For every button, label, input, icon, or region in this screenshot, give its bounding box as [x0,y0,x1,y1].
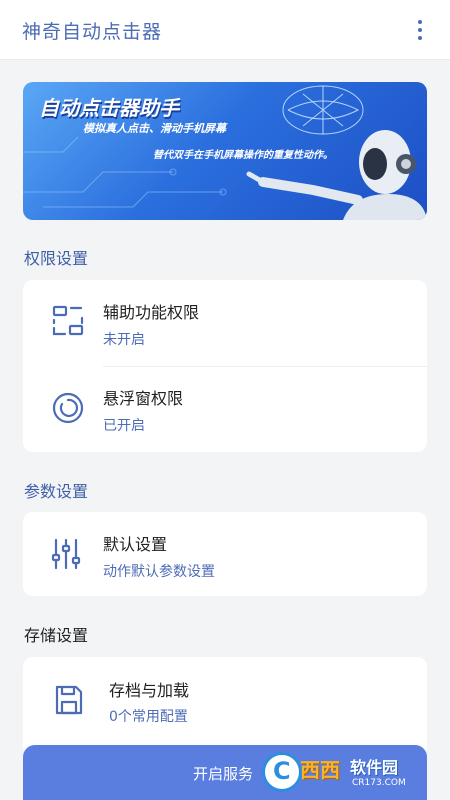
section-label-permissions: 权限设置 [24,249,89,268]
accessibility-permission-status: 未开启 [103,332,145,348]
parameters-card: 默认设置 动作默认参数设置 [23,512,427,596]
start-service-label: 开启服务 [193,765,254,783]
banner-title: 自动点击器助手 [39,96,179,120]
floating-window-icon [52,392,84,424]
floating-window-permission-status: 已开启 [103,418,145,434]
section-label-parameters: 参数设置 [24,482,89,501]
save-icon [55,685,83,715]
banner-subtitle: 模拟真人点击、滑动手机屏幕 [83,122,226,135]
storage-card: 存档与加载 0个常用配置 [23,657,427,757]
save-load-title: 存档与加载 [109,681,190,700]
save-load-subtitle: 0个常用配置 [109,709,188,725]
more-options-icon[interactable] [410,14,430,46]
default-settings-subtitle: 动作默认参数设置 [103,564,215,580]
floating-window-permission-row[interactable]: 悬浮窗权限 已开启 [23,366,427,452]
accessibility-icon [52,305,84,336]
save-load-row[interactable]: 存档与加载 0个常用配置 [23,657,427,747]
watermark-brand: 西西 [300,758,340,782]
permissions-card: 辅助功能权限 未开启 悬浮窗权限 已开启 [23,280,427,452]
promo-banner: 自动点击器助手 模拟真人点击、滑动手机屏幕 替代双手在手机屏幕操作的重复性动作。 [23,82,427,220]
app-title: 神奇自动点击器 [22,21,163,43]
section-label-storage: 存储设置 [24,626,89,645]
accessibility-permission-row[interactable]: 辅助功能权限 未开启 [23,280,427,366]
watermark-domain: CR173.COM [352,778,406,788]
default-settings-title: 默认设置 [103,535,168,554]
banner-description: 替代双手在手机屏幕操作的重复性动作。 [153,150,333,161]
default-settings-row[interactable]: 默认设置 动作默认参数设置 [23,512,427,596]
sliders-icon [51,538,81,570]
floating-window-permission-title: 悬浮窗权限 [103,389,184,408]
watermark-tagline: 软件园 [350,758,399,777]
app-bar: 神奇自动点击器 [0,0,450,60]
watermark-logo: C 西西 软件园 CR173.COM [262,748,432,796]
accessibility-permission-title: 辅助功能权限 [103,303,200,322]
watermark-circle: C [262,752,302,792]
